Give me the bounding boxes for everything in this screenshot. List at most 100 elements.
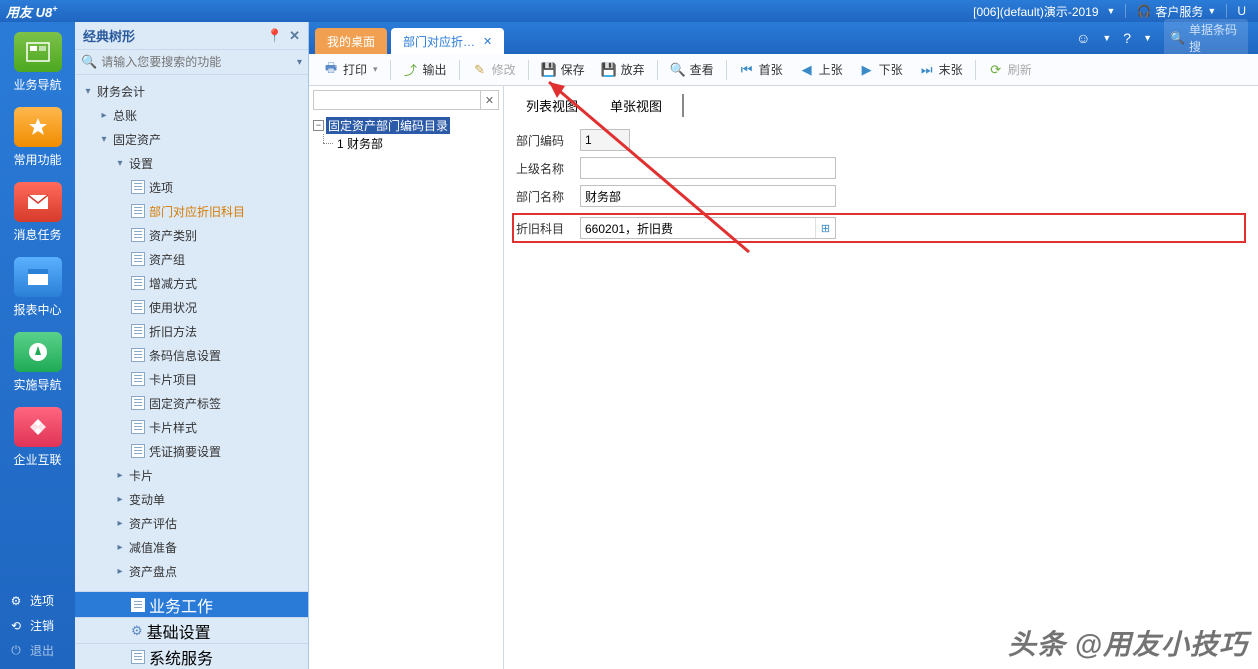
view-button[interactable]: 🔍查看 — [662, 54, 722, 85]
tree-node-imp[interactable]: ▸减值准备 — [75, 535, 308, 559]
tree-node-gl[interactable]: ▸总账 — [75, 103, 308, 127]
tree-leaf[interactable]: 增减方式 — [75, 271, 308, 295]
export-button[interactable]: ⤴输出 — [395, 54, 455, 85]
label-dept-code: 部门编码 — [516, 132, 580, 149]
rail-impl[interactable]: 实施导航 — [7, 328, 69, 399]
last-button[interactable]: ⏭末张 — [911, 54, 971, 85]
tree-leaf[interactable]: 资产类别 — [75, 223, 308, 247]
footer-sys[interactable]: 系统服务 — [75, 643, 308, 669]
close-icon[interactable]: ✕ — [289, 28, 300, 44]
first-icon: ⏮ — [739, 62, 755, 78]
close-icon[interactable]: ✕ — [483, 35, 492, 48]
label-parent: 上级名称 — [516, 160, 580, 177]
doc-icon — [131, 420, 145, 434]
tree-header: 经典树形 📍 ✕ — [75, 22, 308, 50]
refresh-button[interactable]: ⟳刷新 — [980, 54, 1040, 85]
rail-logout[interactable]: ⟲注销 — [8, 613, 67, 638]
tree-node-change[interactable]: ▸变动单 — [75, 487, 308, 511]
rail-options[interactable]: ⚙选项 — [8, 588, 67, 613]
input-dept-name[interactable] — [580, 185, 836, 207]
help-icon[interactable]: ? — [1123, 30, 1131, 46]
tree-leaf[interactable]: 固定资产标签 — [75, 391, 308, 415]
footer-biz[interactable]: 业务工作 — [75, 591, 308, 617]
content-area: 我的桌面 部门对应折…✕ ☺▼ ?▼ 🔍单据条码搜 🖶打印▾ ⤴输出 ✎修改 💾… — [309, 22, 1258, 669]
tree-node-eval[interactable]: ▸资产评估 — [75, 511, 308, 535]
tab-desktop[interactable]: 我的桌面 — [315, 28, 387, 54]
print-button[interactable]: 🖶打印▾ — [315, 54, 386, 85]
titlebar-tail: U — [1231, 4, 1252, 18]
nav-tree-panel: 经典树形 📍 ✕ 🔍 ▾ ▾财务会计 ▸总账 ▾固定资产 ▾设置 选项 部门对应… — [75, 22, 309, 669]
tree-node-finance[interactable]: ▾财务会计 — [75, 79, 308, 103]
tree-node-fa[interactable]: ▾固定资产 — [75, 127, 308, 151]
tree-search-input[interactable] — [101, 55, 293, 69]
pin-icon[interactable]: 📍 — [267, 28, 283, 44]
tree-node-card[interactable]: ▸卡片 — [75, 463, 308, 487]
tree-footer: 业务工作 ⚙基础设置 系统服务 — [75, 591, 308, 669]
tree-leaf[interactable]: 折旧方法 — [75, 319, 308, 343]
next-button[interactable]: ▶下张 — [851, 54, 911, 85]
gear-icon: ⚙ — [8, 594, 24, 608]
barcode-search[interactable]: 🔍单据条码搜 — [1164, 19, 1248, 57]
input-dept-code[interactable] — [580, 129, 630, 151]
rail-exit[interactable]: ⏻退出 — [8, 638, 67, 663]
filter-box[interactable]: ✕ — [313, 90, 499, 110]
doc-icon — [131, 396, 145, 410]
rail-msg[interactable]: 消息任务 — [7, 178, 69, 249]
save-icon: 💾 — [541, 62, 557, 78]
doc-icon — [131, 372, 145, 386]
rail-fav[interactable]: 常用功能 — [7, 103, 69, 174]
detail-root[interactable]: −固定资产部门编码目录 — [313, 116, 499, 134]
tree-node-settings[interactable]: ▾设置 — [75, 151, 308, 175]
clear-icon[interactable]: ✕ — [480, 91, 498, 109]
doc-icon — [131, 324, 145, 338]
title-bar: 用友 U8+ [006](default)演示-2019 ▼ 🎧客户服务 ▼ U — [0, 0, 1258, 22]
nav-icon — [14, 32, 62, 72]
edit-button[interactable]: ✎修改 — [464, 54, 524, 85]
tab-active[interactable]: 部门对应折…✕ — [391, 28, 504, 54]
lookup-icon[interactable]: ⊞ — [815, 218, 835, 238]
prev-icon: ◀ — [799, 62, 815, 78]
view-tab-single[interactable]: 单张视图 — [606, 94, 684, 117]
export-icon: ⤴ — [403, 62, 419, 78]
report-icon — [14, 257, 62, 297]
tree-body: ▾财务会计 ▸总账 ▾固定资产 ▾设置 选项 部门对应折旧科目 资产类别 资产组… — [75, 75, 308, 591]
rail-rpt[interactable]: 报表中心 — [7, 253, 69, 324]
work-area: ✕ −固定资产部门编码目录 1 财务部 列表视图 单张视图 部门编码 上级名称 … — [309, 86, 1258, 669]
minus-icon[interactable]: − — [313, 120, 324, 131]
chevron-down-icon[interactable]: ▾ — [297, 57, 302, 68]
lookup-depreciation[interactable]: 660201，折旧费 ⊞ — [580, 217, 836, 239]
tree-leaf[interactable]: 使用状况 — [75, 295, 308, 319]
doc-icon — [131, 444, 145, 458]
tree-leaf[interactable]: 选项 — [75, 175, 308, 199]
account-info[interactable]: [006](default)演示-2019 ▼ — [967, 3, 1121, 20]
tree-leaf[interactable]: 卡片项目 — [75, 367, 308, 391]
grid-icon — [14, 407, 62, 447]
view-tab-list[interactable]: 列表视图 — [522, 94, 582, 117]
prev-button[interactable]: ◀上张 — [791, 54, 851, 85]
detail-child[interactable]: 1 财务部 — [313, 134, 499, 152]
app-logo: 用友 U8+ — [6, 2, 58, 21]
tree-leaf[interactable]: 条码信息设置 — [75, 343, 308, 367]
edit-icon: ✎ — [472, 62, 488, 78]
input-parent[interactable] — [580, 157, 836, 179]
tree-leaf[interactable]: 资产组 — [75, 247, 308, 271]
tree-leaf[interactable]: 凭证摘要设置 — [75, 439, 308, 463]
customer-service-link[interactable]: 🎧客户服务 ▼ — [1130, 3, 1222, 20]
save-button[interactable]: 💾保存 — [533, 54, 593, 85]
tree-node-inv[interactable]: ▸资产盘点 — [75, 559, 308, 583]
tree-title: 经典树形 — [83, 26, 135, 45]
discard-icon: 💾 — [601, 62, 617, 78]
doc-icon — [131, 180, 145, 194]
tree-leaf[interactable]: 卡片样式 — [75, 415, 308, 439]
tree-leaf-active[interactable]: 部门对应折旧科目 — [75, 199, 308, 223]
search-icon: 🔍 — [1170, 31, 1185, 45]
toolbar: 🖶打印▾ ⤴输出 ✎修改 💾保存 💾放弃 🔍查看 ⏮首张 ◀上张 ▶下张 ⏭末张… — [309, 54, 1258, 86]
smile-icon[interactable]: ☺ — [1076, 30, 1090, 46]
discard-button[interactable]: 💾放弃 — [593, 54, 653, 85]
tree-search: 🔍 ▾ — [75, 50, 308, 75]
rail-nav[interactable]: 业务导航 — [7, 28, 69, 99]
footer-base[interactable]: ⚙基础设置 — [75, 617, 308, 643]
doc-icon — [131, 348, 145, 362]
rail-ent[interactable]: 企业互联 — [7, 403, 69, 474]
first-button[interactable]: ⏮首张 — [731, 54, 791, 85]
